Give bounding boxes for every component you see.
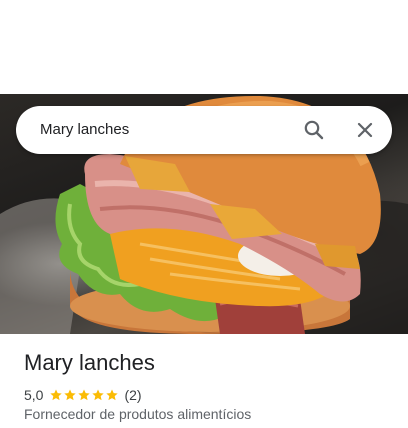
search-icon[interactable] — [302, 118, 326, 142]
review-count[interactable]: (2) — [124, 387, 141, 403]
rating-stars — [49, 388, 119, 402]
star-icon — [78, 389, 91, 401]
star-icon — [64, 389, 77, 401]
star-icon — [106, 389, 119, 401]
place-category: Fornecedor de produtos alimentícios — [24, 406, 252, 422]
star-icon — [50, 389, 63, 401]
close-icon[interactable] — [353, 118, 377, 142]
rating-value: 5,0 — [24, 387, 44, 403]
search-bar[interactable]: Mary lanches — [16, 106, 392, 154]
star-icon — [92, 389, 105, 401]
place-title: Mary lanches — [24, 350, 155, 375]
search-input[interactable]: Mary lanches — [40, 106, 280, 154]
rating-row: 5,0 (2) — [24, 386, 142, 404]
